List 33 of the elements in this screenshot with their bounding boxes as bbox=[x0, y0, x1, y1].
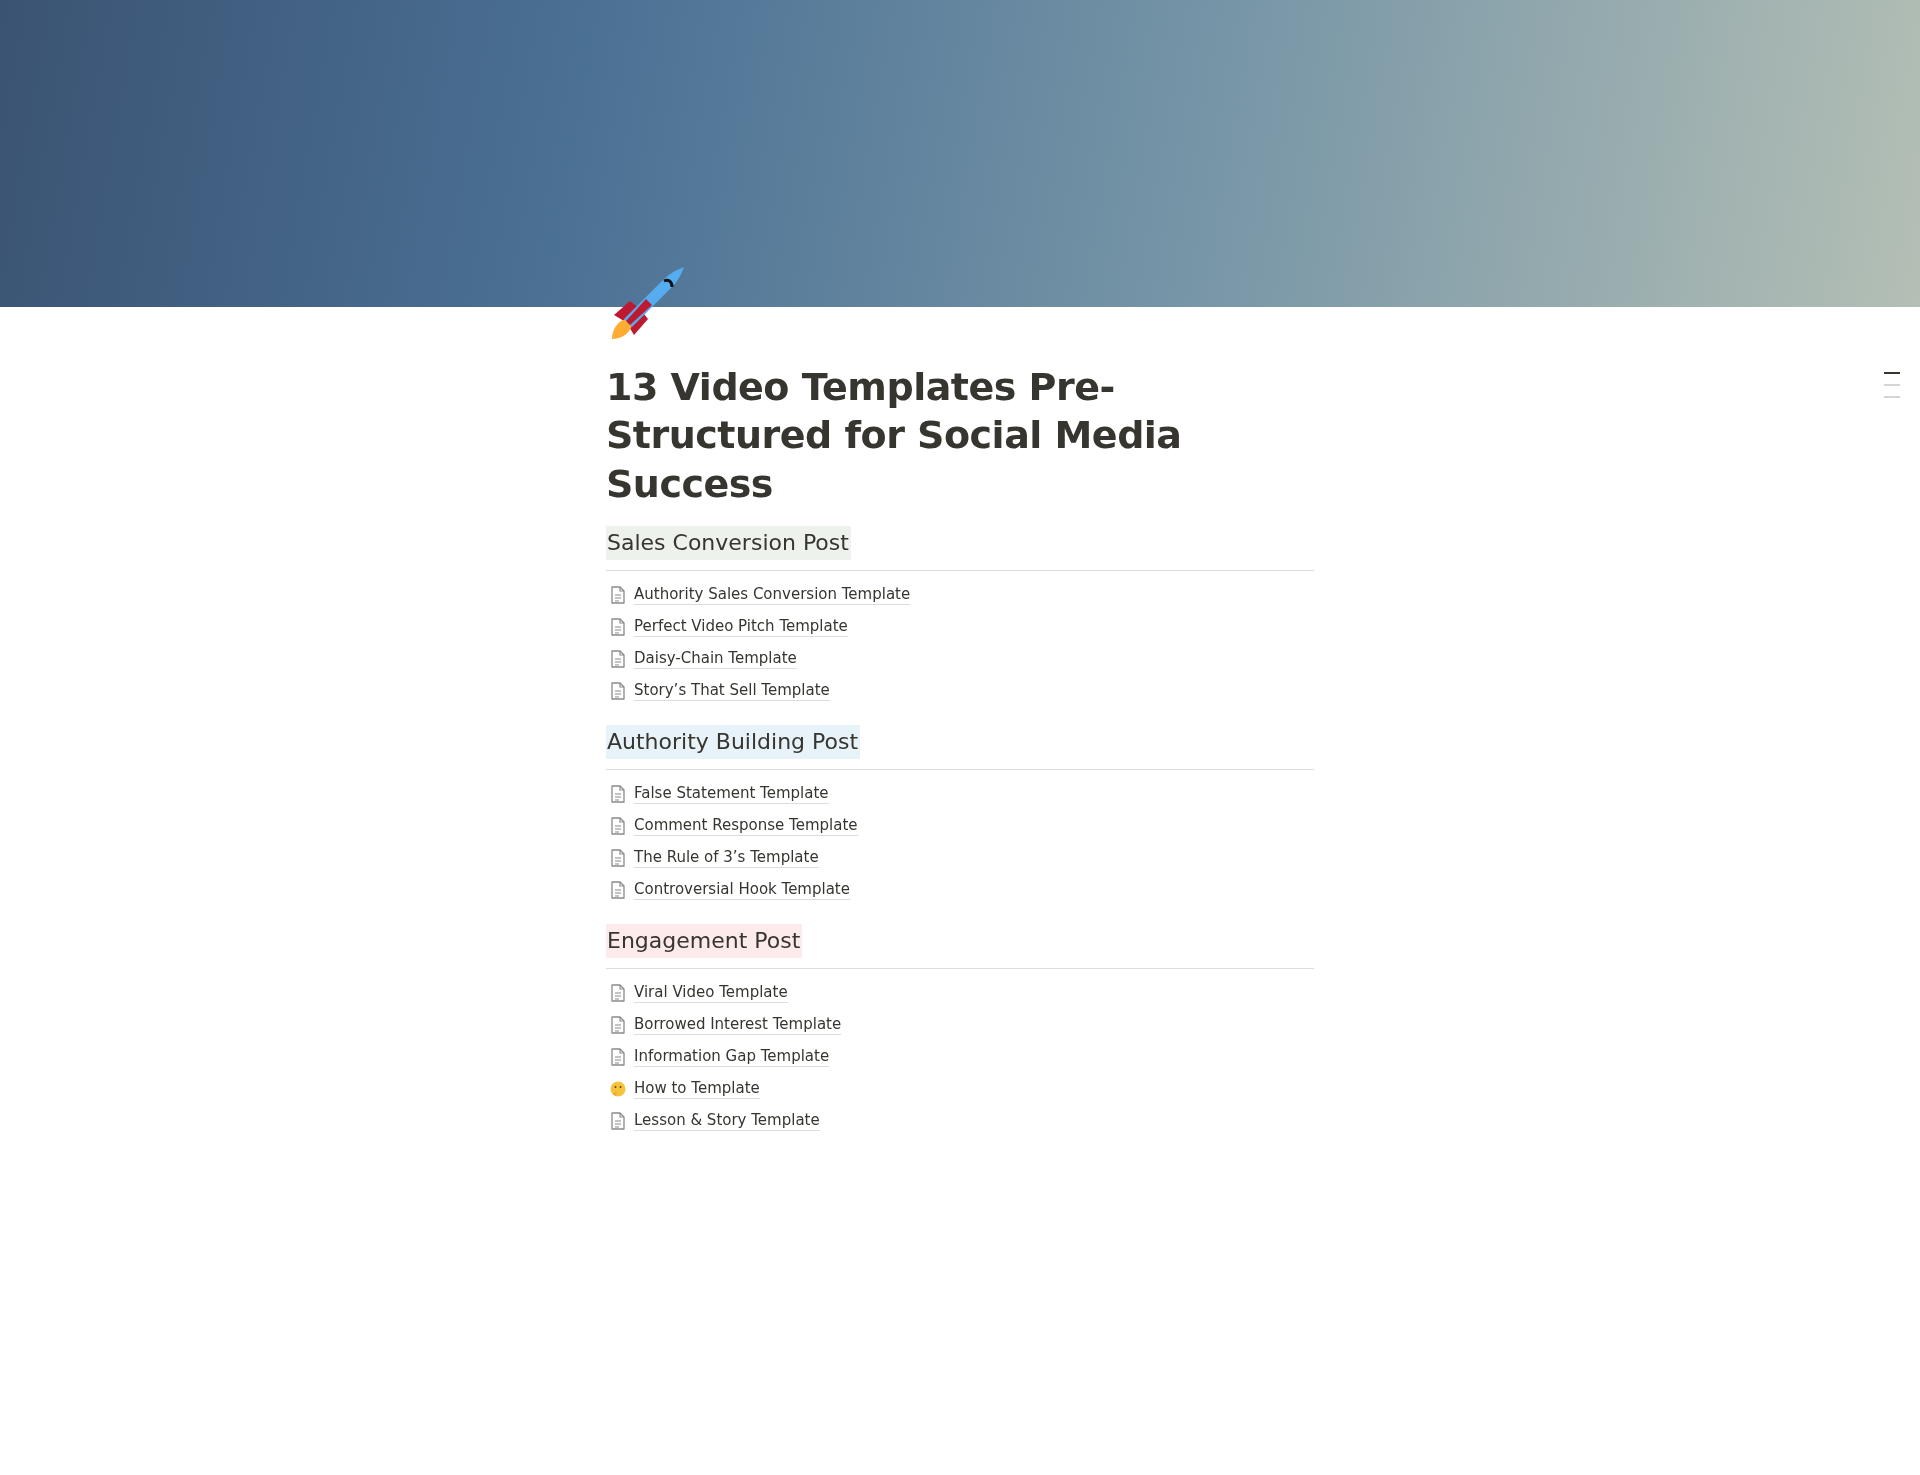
page-link[interactable]: Comment Response Template bbox=[634, 815, 858, 837]
page-icon bbox=[610, 1047, 626, 1066]
page-link[interactable]: Story’s That Sell Template bbox=[634, 680, 830, 702]
page-link[interactable]: The Rule of 3’s Template bbox=[634, 847, 819, 869]
section-heading: Authority Building Post bbox=[606, 724, 861, 759]
outline-marker[interactable] bbox=[1884, 396, 1900, 398]
section-heading: Sales Conversion Post bbox=[606, 525, 851, 560]
page-icon bbox=[610, 1015, 626, 1034]
page-link[interactable]: Lesson & Story Template bbox=[634, 1110, 820, 1132]
page-title: 13 Video Templates Pre-Structured for Social Media Success bbox=[606, 364, 1183, 508]
page-icon bbox=[610, 848, 626, 867]
section-heading: Engagement Post bbox=[606, 923, 803, 958]
page-icon bbox=[610, 585, 626, 604]
outline-marker[interactable] bbox=[1884, 384, 1900, 386]
page-link[interactable]: False Statement Template bbox=[634, 783, 829, 805]
outline-marker[interactable] bbox=[1884, 372, 1900, 374]
page-link[interactable]: Perfect Video Pitch Template bbox=[634, 616, 848, 638]
page-icon bbox=[610, 880, 626, 899]
page-icon bbox=[610, 816, 626, 835]
page-icon bbox=[610, 784, 626, 803]
page-icon bbox=[610, 649, 626, 668]
page-link[interactable]: Viral Video Template bbox=[634, 982, 788, 1004]
thinking-face-icon bbox=[610, 1080, 626, 1097]
page-link[interactable]: Information Gap Template bbox=[634, 1046, 830, 1068]
page-icon bbox=[610, 617, 626, 636]
page-link[interactable]: How to Template bbox=[634, 1078, 760, 1100]
page-icon bbox=[610, 1111, 626, 1130]
page-link[interactable]: Authority Sales Conversion Template bbox=[634, 584, 911, 606]
page-icon bbox=[610, 983, 626, 1002]
page-link[interactable]: Controversial Hook Template bbox=[634, 879, 850, 901]
page-link[interactable]: Daisy-Chain Template bbox=[634, 648, 797, 670]
page-icon bbox=[610, 681, 626, 700]
page-link[interactable]: Borrowed Interest Template bbox=[634, 1014, 842, 1036]
